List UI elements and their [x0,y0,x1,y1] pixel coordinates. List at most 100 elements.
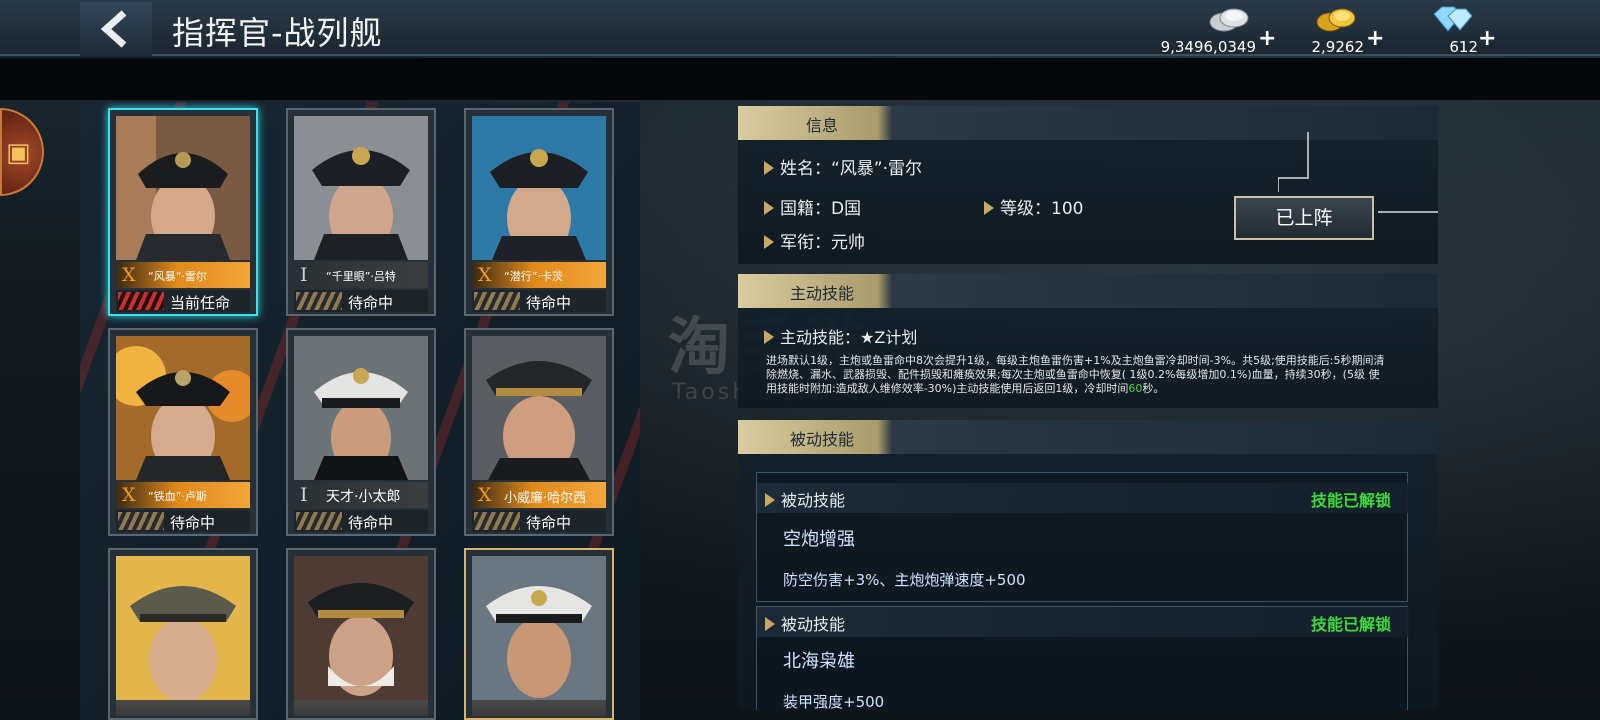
gold-resource[interactable]: 2,9262 + [1308,4,1388,56]
bullet-arrow-icon [764,201,774,215]
rank-badge: X [122,264,136,286]
rank-badge: X [478,264,492,286]
bullet-arrow-icon [764,330,774,344]
bullet-arrow-icon [764,161,774,175]
commander-nameplate: X 小威廉·哈尔西 [472,482,606,508]
status-row: 待命中 [472,510,606,532]
passive-skill-section-label: 被动技能 [789,430,854,449]
rank-row: 军衔：元帅 [764,228,865,253]
silver-plus-icon[interactable]: + [1258,26,1276,51]
rank-stripes-icon [118,292,164,310]
commander-portrait [116,556,250,716]
active-skill-panel: 主动技能 主动技能：★Z计划 进场默认1级，主炮或鱼雷命中8次会提升1级，每级主… [738,274,1438,408]
level-label: 等级： [1000,199,1051,219]
commander-name: “风暴”·雷尔 [148,270,207,283]
side-chest-button[interactable]: ▣ [0,108,44,196]
commander-portrait [472,116,606,260]
commander-status: 待命中 [526,514,572,532]
rank-badge: X [122,484,136,506]
active-skill-section-label: 主动技能 [789,284,854,303]
commander-portrait [294,336,428,480]
diamond-icon [1433,6,1473,32]
gold-coins-icon [1316,8,1356,32]
back-arrow-icon [100,10,127,48]
cooldown-value: 60 [1128,382,1143,395]
commander-nameplate: I “千里眼”·吕特 [294,262,428,288]
game-screen: 指挥官-战列舰 9,3496,0349 + 2,9262 + 612 + ▣ X… [0,0,1600,720]
passive-skill-name: 北海枭雄 [783,651,855,672]
description-text: 进场默认1级，主炮或鱼雷命中8次会提升1级，每级主炮鱼雷伤害+1%及主炮鱼雷冷却… [766,354,1385,395]
commander-status: 待命中 [348,294,394,312]
gold-plus-icon[interactable]: + [1366,26,1384,51]
diamond-resource[interactable]: 612 + [1424,4,1500,56]
nationality-value: D国 [831,199,862,219]
rank-value: 元帅 [831,233,865,253]
rank-badge: I [300,264,308,286]
passive-skill-title-row: 被动技能 技能已解锁 [757,607,1409,637]
commander-status: 待命中 [526,294,572,312]
status-row: 待命中 [294,510,428,532]
passive-skill-label-row: 被动技能 [765,487,845,511]
commander-portrait [294,116,428,260]
commander-card[interactable] [286,548,436,720]
top-bar: 指挥官-战列舰 9,3496,0349 + 2,9262 + 612 + [0,0,1600,56]
commander-card[interactable] [108,548,258,720]
passive-skill-card: 被动技能 技能已解锁 空炮增强 防空伤害+3%、主炮炮弹速度+500 [756,472,1409,602]
rank-stripes-icon [474,512,520,530]
commander-nameplate: X “铁血”·卢斯 [116,482,250,508]
commander-card[interactable]: X “潜行”·卡茨 待命中 [464,108,614,316]
passive-skill-panel: 被动技能 被动技能 技能已解锁 空炮增强 防空伤害+3%、主炮炮弹速度+500 … [738,420,1438,711]
silver-resource[interactable]: 9,3496,0349 + [1158,4,1278,56]
treasure-chest-icon: ▣ [6,138,31,168]
commander-card[interactable] [464,548,614,720]
active-skill-row: 主动技能：★Z计划 [764,324,917,348]
name-value: “风暴”·雷尔 [831,159,923,179]
commander-portrait [472,556,606,716]
info-panel: 信息 姓名：“风暴”·雷尔 国籍：D国 等级：100 军衔：元帅 已上阵 [738,106,1438,264]
silver-value: 9,3496,0349 [1160,38,1256,56]
commander-card[interactable]: X 小威廉·哈尔西 待命中 [464,328,614,536]
commander-nameplate: X “潜行”·卡茨 [472,262,606,288]
status-row: 待命中 [294,290,428,312]
passive-skill-label-row: 被动技能 [765,611,845,635]
active-skill-description: 进场默认1级，主炮或鱼雷命中8次会提升1级，每级主炮鱼雷伤害+1%及主炮鱼雷冷却… [766,354,1390,396]
commander-name: 小威廉·哈尔西 [504,491,587,506]
info-section-label: 信息 [805,116,838,135]
active-skill-value: ★Z计划 [860,328,918,347]
deployed-button[interactable]: 已上阵 [1234,196,1374,240]
gold-value: 2,9262 [1311,38,1365,56]
commander-status: 当前任命 [170,294,231,312]
bullet-arrow-icon [984,201,994,215]
commander-card[interactable]: I “千里眼”·吕特 待命中 [286,108,436,316]
commander-card[interactable]: X “铁血”·卢斯 待命中 [108,328,258,536]
commander-card[interactable]: I 天才·小太郎 待命中 [286,328,436,536]
active-skill-label: 主动技能： [780,328,861,347]
diamond-plus-icon[interactable]: + [1478,26,1496,51]
status-row: 当前任命 [116,290,250,312]
passive-skill-header: 被动技能 [738,420,1438,454]
passive-skill-effect: 防空伤害+3%、主炮炮弹速度+500 [783,571,1026,589]
commander-name: 天才·小太郎 [326,489,401,505]
commander-portrait [472,336,606,480]
passive-skill-effect: 装甲强度+500 [783,693,885,711]
rank-badge: I [300,484,308,506]
bullet-arrow-icon [764,235,774,249]
silver-coins-icon [1209,8,1249,32]
diamond-value: 612 [1449,38,1478,56]
commander-grid: X “风暴”·雷尔 当前任命 I “千里眼”·吕特 待命中 X “潜行”·卡茨 … [80,102,640,720]
commander-card[interactable]: X “风暴”·雷尔 当前任命 [108,108,258,316]
name-label: 姓名： [780,159,831,179]
passive-skill-label: 被动技能 [781,615,846,634]
rank-badge: X [478,484,492,506]
passive-skill-name: 空炮增强 [783,529,855,550]
back-button[interactable] [80,2,152,56]
status-row: 待命中 [472,290,606,312]
skill-unlocked-status: 技能已解锁 [1310,615,1391,634]
status-row: 待命中 [116,510,250,532]
commander-name: “千里眼”·吕特 [326,270,396,283]
commander-nameplate: X “风暴”·雷尔 [116,262,250,288]
description-suffix: 秒。 [1142,382,1165,395]
bullet-arrow-icon [765,493,775,507]
commander-portrait [116,116,250,260]
page-title: 指挥官-战列舰 [172,14,383,52]
